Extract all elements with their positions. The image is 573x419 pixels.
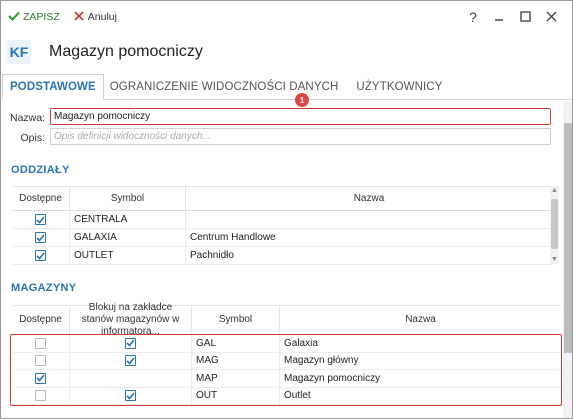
symbol-cell: OUT: [192, 387, 280, 404]
available-checkbox[interactable]: [35, 355, 46, 367]
col-header-symbol[interactable]: Symbol: [70, 187, 186, 210]
scroll-thumb[interactable]: [551, 199, 558, 249]
table-row[interactable]: GAL Galaxia: [12, 335, 561, 353]
col-header-blokuj[interactable]: Blokuj na zakładce stanów magazynów w in…: [70, 302, 192, 337]
section-title-magazyny: MAGAZYNY: [11, 282, 77, 294]
table-row[interactable]: OUTLET Pachnidło: [12, 247, 552, 265]
maximize-button[interactable]: [512, 7, 538, 27]
oddzialy-body: CENTRALA GALAXIA Centrum Handlowe OUTLET Pac…: [12, 211, 552, 265]
oddzialy-header: Dostępne Symbol Nazwa: [12, 186, 552, 211]
block-checkbox[interactable]: [125, 390, 136, 402]
symbol-cell: CENTRALA: [70, 211, 186, 228]
name-cell: Magazyn pomocniczy: [284, 372, 381, 384]
symbol-cell: GAL: [192, 335, 280, 352]
col-header-dostepne[interactable]: Dostępne: [12, 306, 70, 334]
tab-bar: PODSTAWOWE OGRANICZENIE WIDOCZNOŚCI DANY…: [2, 74, 572, 100]
scroll-up-icon[interactable]: ▲: [550, 186, 559, 195]
block-cell: [70, 387, 192, 404]
available-checkbox[interactable]: [35, 250, 46, 261]
minimize-icon: [494, 9, 504, 25]
available-cell: [12, 229, 70, 246]
magazyny-body: GAL Galaxia MAG Magazyn główny MAP Magazyn po…: [12, 335, 561, 405]
save-button[interactable]: ZAPISZ: [4, 6, 64, 28]
col-header-nazwa[interactable]: Nazwa: [186, 187, 552, 210]
minimize-button[interactable]: [486, 7, 512, 27]
symbol-cell: GALAXIA: [70, 229, 186, 246]
name-cell: [186, 211, 552, 228]
scroll-down-icon[interactable]: ▼: [550, 255, 559, 264]
symbol-cell: MAG: [192, 352, 280, 369]
name-label: Nazwa:: [9, 112, 45, 124]
oddzialy-grid: Dostępne Symbol Nazwa CENTRALA GALAXIA Cen…: [12, 186, 552, 265]
available-cell: [12, 335, 70, 352]
help-button[interactable]: ?: [460, 7, 486, 27]
close-red-icon: [74, 10, 84, 24]
title-bar: KF Magazyn pomocniczy: [1, 33, 572, 71]
symbol-cell: OUTLET: [70, 247, 186, 264]
block-cell: [70, 352, 192, 369]
table-row[interactable]: GALAXIA Centrum Handlowe: [12, 229, 552, 247]
available-checkbox[interactable]: [35, 372, 46, 384]
main-scrollbar[interactable]: [563, 101, 572, 418]
tab-uzytkownicy[interactable]: UŻYTKOWNICY: [350, 74, 448, 100]
available-checkbox[interactable]: [35, 232, 46, 243]
page-title: Magazyn pomocniczy: [49, 43, 203, 60]
name-cell: Galaxia: [284, 337, 318, 349]
available-cell: [12, 352, 70, 369]
description-label: Opis:: [20, 132, 45, 144]
table-row[interactable]: MAG Magazyn główny: [12, 352, 561, 370]
toolbar: ZAPISZ Anuluj ?: [1, 1, 572, 33]
name-cell: Pachnidło: [190, 250, 234, 261]
oddzialy-scrollbar[interactable]: ▲ ▼: [550, 186, 559, 264]
save-label: ZAPISZ: [23, 11, 60, 23]
module-badge: KF: [7, 40, 31, 64]
main-scroll-thumb[interactable]: [564, 123, 572, 353]
available-cell: [12, 211, 70, 228]
available-checkbox[interactable]: [35, 214, 46, 225]
block-checkbox[interactable]: [125, 355, 136, 367]
block-checkbox[interactable]: [125, 337, 136, 349]
cancel-button[interactable]: Anuluj: [70, 6, 121, 28]
col-header-dostepne[interactable]: Dostępne: [12, 187, 70, 210]
cancel-label: Anuluj: [87, 11, 117, 23]
magazyny-grid: Dostępne Blokuj na zakładce stanów magaz…: [12, 302, 561, 405]
available-checkbox[interactable]: [35, 390, 46, 402]
name-cell: Centrum Handlowe: [190, 232, 276, 243]
available-checkbox[interactable]: [35, 337, 46, 349]
col-header-nazwa[interactable]: Nazwa: [280, 306, 561, 334]
block-cell: [70, 335, 192, 352]
description-input[interactable]: Opis definicji widoczności danych...: [50, 128, 551, 145]
tab-podstawowe[interactable]: PODSTAWOWE: [2, 74, 104, 100]
callout-badge-1: 1: [295, 93, 309, 107]
col-header-symbol[interactable]: Symbol: [192, 306, 280, 334]
available-cell: [12, 247, 70, 264]
symbol-cell: MAP: [192, 370, 280, 387]
name-cell: Outlet: [284, 390, 311, 402]
available-cell: [12, 387, 70, 404]
close-icon: [546, 9, 557, 25]
table-row[interactable]: OUT Outlet: [12, 387, 561, 405]
magazyny-header: Dostępne Blokuj na zakładce stanów magaz…: [12, 302, 561, 337]
available-cell: [12, 370, 70, 387]
window-controls: ?: [460, 7, 564, 27]
close-button[interactable]: [538, 7, 564, 27]
table-row[interactable]: CENTRALA: [12, 211, 552, 229]
name-input[interactable]: Magazyn pomocniczy: [50, 108, 551, 125]
dialog-window: ZAPISZ Anuluj ? KF Magazyn pomocniczy PO…: [0, 0, 573, 419]
name-cell: Magazyn główny: [284, 355, 359, 367]
block-cell: [70, 370, 192, 387]
check-icon: [8, 11, 20, 24]
section-title-oddzialy: ODDZIAŁY: [11, 164, 70, 176]
maximize-icon: [519, 9, 531, 25]
table-row[interactable]: MAP Magazyn pomocniczy: [12, 370, 561, 388]
